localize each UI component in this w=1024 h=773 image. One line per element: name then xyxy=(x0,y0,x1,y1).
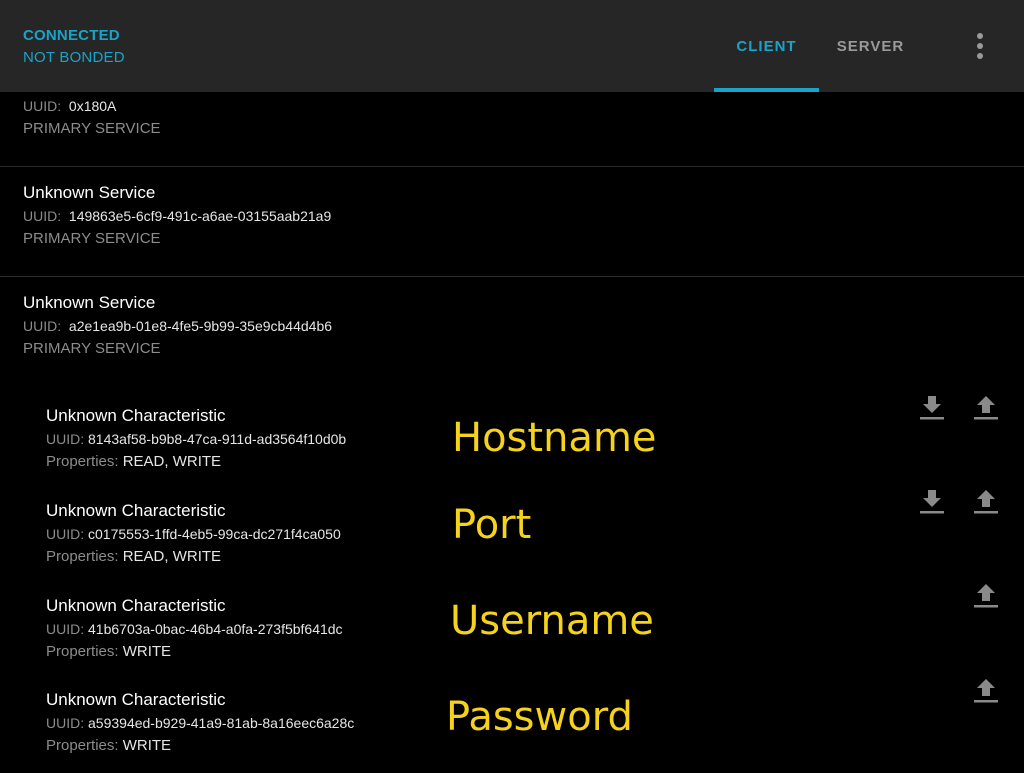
characteristic-name[interactable]: Unknown Characteristic xyxy=(46,596,226,616)
connection-status: CONNECTED xyxy=(23,27,120,44)
characteristic-uuid: UUID: 41b6703a-0bac-46b4-a0fa-273f5bf641… xyxy=(46,621,343,637)
bond-status: NOT BONDED xyxy=(23,49,125,66)
service-type: PRIMARY SERVICE xyxy=(23,120,161,137)
download-icon[interactable] xyxy=(917,486,947,516)
handwritten-annotation: Port xyxy=(452,502,532,548)
service-type: PRIMARY SERVICE xyxy=(23,230,161,247)
download-icon[interactable] xyxy=(917,392,947,422)
tab-client[interactable]: CLIENT xyxy=(714,0,819,92)
characteristic-uuid: UUID: a59394ed-b929-41a9-81ab-8a16eec6a2… xyxy=(46,715,355,731)
upload-icon[interactable] xyxy=(971,580,1001,610)
characteristic-properties: Properties: READ, WRITE xyxy=(46,548,222,565)
service-name[interactable]: Unknown Service xyxy=(23,293,155,313)
characteristic-name[interactable]: Unknown Characteristic xyxy=(46,501,226,521)
characteristic-properties: Properties: WRITE xyxy=(46,643,172,660)
tab-indicator xyxy=(714,88,819,92)
app-bar: CONNECTED NOT BONDED CLIENT SERVER xyxy=(0,0,1024,92)
characteristic-properties: Properties: WRITE xyxy=(46,737,172,754)
characteristic-uuid: UUID: 8143af58-b9b8-47ca-911d-ad3564f10d… xyxy=(46,431,347,447)
characteristic-name[interactable]: Unknown Characteristic xyxy=(46,690,226,710)
service-uuid: UUID: 0x180A xyxy=(23,98,117,114)
service-type: PRIMARY SERVICE xyxy=(23,340,161,357)
overflow-menu-icon[interactable] xyxy=(966,30,994,62)
service-uuid: UUID: 149863e5-6cf9-491c-a6ae-03155aab21… xyxy=(23,208,332,224)
characteristic-properties: Properties: READ, WRITE xyxy=(46,453,222,470)
handwritten-annotation: Username xyxy=(450,598,654,644)
upload-icon[interactable] xyxy=(971,675,1001,705)
handwritten-annotation: Password xyxy=(446,694,633,740)
divider xyxy=(0,276,1024,277)
tab-server[interactable]: SERVER xyxy=(819,0,922,92)
service-uuid: UUID: a2e1ea9b-01e8-4fe5-9b99-35e9cb44d4… xyxy=(23,318,333,334)
upload-icon[interactable] xyxy=(971,392,1001,422)
characteristic-name[interactable]: Unknown Characteristic xyxy=(46,406,226,426)
divider xyxy=(0,166,1024,167)
handwritten-annotation: Hostname xyxy=(452,415,657,461)
upload-icon[interactable] xyxy=(971,486,1001,516)
service-name[interactable]: Unknown Service xyxy=(23,183,155,203)
characteristic-uuid: UUID: c0175553-1ffd-4eb5-99ca-dc271f4ca0… xyxy=(46,526,341,542)
